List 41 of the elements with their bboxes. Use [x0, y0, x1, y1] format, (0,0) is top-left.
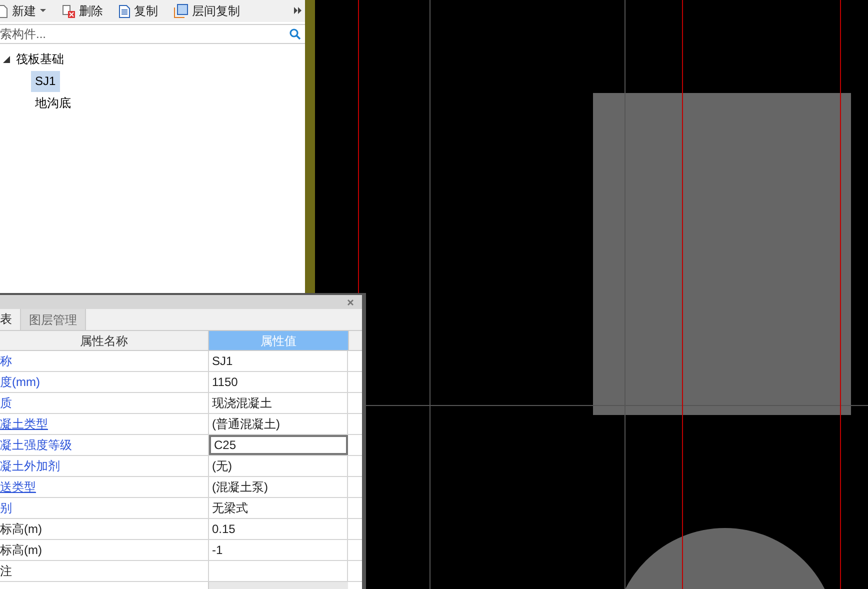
tree-item[interactable]: 筏板基础: [12, 48, 68, 70]
table-cell[interactable]: (混凝土泵): [209, 477, 348, 497]
document-icon: [0, 4, 8, 18]
delete-icon: [62, 4, 75, 18]
column-header: 属性值: [209, 331, 348, 350]
property-name: 凝土外加剂: [0, 458, 60, 475]
more-icon[interactable]: [294, 7, 302, 14]
property-name: 别: [0, 500, 12, 517]
table-cell[interactable]: (普通混凝土): [209, 414, 348, 434]
property-name: 标高(m): [0, 542, 42, 559]
table-cell[interactable]: (无): [209, 456, 348, 476]
table-cell[interactable]: 无梁式: [209, 498, 348, 518]
column-header: 属性名称: [0, 331, 209, 350]
property-name: 送类型: [0, 479, 36, 496]
property-name: 称: [0, 353, 12, 370]
toolbar-button[interactable]: 复制: [119, 2, 158, 20]
close-icon[interactable]: [347, 298, 354, 306]
property-name: 标高(m): [0, 521, 42, 538]
table-cell[interactable]: SJ1: [209, 351, 348, 371]
toolbar-button[interactable]: 新建: [0, 2, 46, 20]
toolbar-button[interactable]: 删除: [62, 2, 103, 20]
table-cell[interactable]: 0.15: [209, 519, 348, 539]
tree-item[interactable]: SJ1: [31, 70, 60, 92]
search-field[interactable]: 索构件...: [0, 25, 289, 43]
tab[interactable]: 表: [0, 309, 21, 330]
table-cell[interactable]: 现浇混凝土: [209, 393, 348, 413]
property-name: 质: [0, 395, 12, 412]
table-cell[interactable]: C25: [209, 435, 348, 455]
property-name: 凝土强度等级: [0, 437, 72, 454]
search-icon[interactable]: [289, 28, 301, 40]
copy-icon: [174, 4, 188, 18]
property-name: 注: [0, 563, 12, 580]
table-cell[interactable]: -1: [209, 540, 348, 560]
document-icon: [119, 4, 130, 18]
table-cell[interactable]: 1150: [209, 372, 348, 392]
toolbar-button[interactable]: 层间复制: [174, 2, 240, 20]
tree-item[interactable]: 地沟底: [31, 92, 75, 114]
expand-triangle-icon[interactable]: [3, 56, 10, 62]
property-name: 度(mm): [0, 374, 40, 391]
property-name: 凝土类型: [0, 416, 48, 433]
tab[interactable]: 图层管理: [21, 309, 86, 330]
